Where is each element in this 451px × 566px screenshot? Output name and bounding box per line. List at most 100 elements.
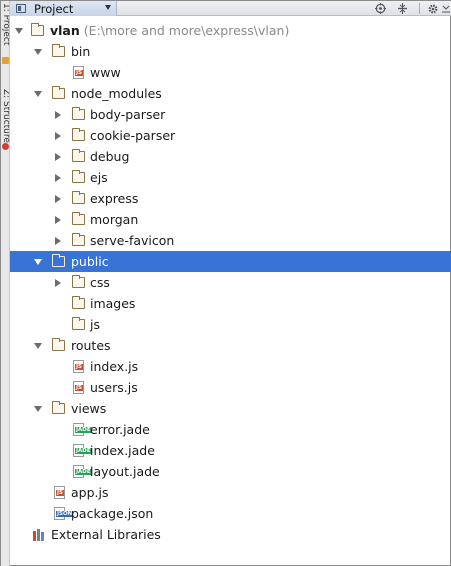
folder-icon [52, 401, 65, 414]
folder-label: routes [71, 338, 111, 353]
js-file-icon: JS [73, 381, 84, 394]
folder-label: public [71, 254, 109, 269]
project-tool-window: 1: Project Z: Structure Project vlan (E:… [0, 0, 451, 566]
tree-row-users-js[interactable]: JS users.js [10, 377, 451, 398]
hide-icon[interactable] [441, 1, 451, 16]
folder-icon [31, 23, 44, 36]
structure-icon[interactable] [2, 143, 9, 150]
external-libraries-label: External Libraries [51, 527, 161, 542]
collapse-all-icon[interactable] [394, 1, 410, 16]
tree-row-images[interactable]: images [10, 293, 451, 314]
folder-icon [52, 86, 65, 99]
file-label: package.json [71, 506, 154, 521]
collapse-arrow-icon[interactable] [55, 110, 61, 119]
tree-row-express[interactable]: express [10, 188, 451, 209]
tree-row-js[interactable]: js [10, 314, 451, 335]
jade-file-icon: JADE [73, 444, 92, 457]
folder-icon [72, 317, 85, 330]
folder-label: express [90, 191, 139, 206]
folder-icon [72, 149, 85, 162]
file-label: index.jade [90, 443, 155, 458]
folder-label: images [90, 296, 136, 311]
expand-arrow-icon[interactable] [15, 27, 23, 34]
folder-icon [72, 191, 85, 204]
tree-row-routes[interactable]: routes [10, 335, 451, 356]
tree-row-www[interactable]: JS www [10, 62, 451, 83]
gear-icon[interactable] [425, 1, 441, 16]
root-label: vlan (E:\more and more\express\vlan) [50, 23, 290, 38]
folder-label: cookie-parser [90, 128, 176, 143]
jade-file-icon: JADE [73, 465, 92, 478]
tree-row-morgan[interactable]: morgan [10, 209, 451, 230]
folder-icon [52, 254, 65, 267]
project-strip-label[interactable]: 1: Project [1, 3, 9, 45]
file-label: layout.jade [90, 464, 160, 479]
file-label: error.jade [90, 422, 150, 437]
file-label: users.js [90, 380, 138, 395]
folder-icon [72, 128, 85, 141]
expand-arrow-icon[interactable] [34, 405, 42, 412]
collapse-arrow-icon[interactable] [55, 152, 61, 161]
folder-label: node_modules [71, 86, 162, 101]
folder-label: css [90, 275, 110, 290]
tree-row-package-json[interactable]: JSON package.json [10, 503, 451, 524]
expand-arrow-icon[interactable] [34, 342, 42, 349]
project-icon [16, 4, 26, 13]
tree-row-css[interactable]: css [10, 272, 451, 293]
tree-row-debug[interactable]: debug [10, 146, 451, 167]
libraries-icon [33, 528, 47, 541]
tree-row-serve-favicon[interactable]: serve-favicon [10, 230, 451, 251]
collapse-arrow-icon[interactable] [55, 278, 61, 287]
folder-label: serve-favicon [90, 233, 175, 248]
tree-row-views[interactable]: views [10, 398, 451, 419]
collapse-arrow-icon[interactable] [55, 236, 61, 245]
tree-row-app-js[interactable]: JS app.js [10, 482, 451, 503]
header-separator [419, 3, 420, 14]
collapse-arrow-icon[interactable] [55, 215, 61, 224]
folder-label: bin [71, 44, 91, 59]
file-label: index.js [90, 359, 139, 374]
collapse-arrow-icon[interactable] [55, 194, 61, 203]
tree-row-index-js[interactable]: JS index.js [10, 356, 451, 377]
folder-icon [72, 233, 85, 246]
js-file-icon: JS [73, 66, 84, 79]
collapse-arrow-icon[interactable] [55, 173, 61, 182]
structure-strip-label[interactable]: Z: Structure [1, 89, 9, 143]
project-tab-label: Project [34, 1, 74, 16]
tree-row-body-parser[interactable]: body-parser [10, 104, 451, 125]
tree-row-bin[interactable]: bin [10, 41, 451, 62]
folder-icon [52, 44, 65, 57]
tree-row-public[interactable]: public [10, 251, 451, 272]
tree-row-index-jade[interactable]: JADE index.jade [10, 440, 451, 461]
expand-arrow-icon[interactable] [34, 258, 42, 265]
folder-label: morgan [90, 212, 139, 227]
tree-row-external-libraries[interactable]: External Libraries [10, 524, 451, 545]
jade-file-icon: JADE [73, 423, 92, 436]
project-tree: vlan (E:\more and more\express\vlan) bin… [10, 17, 451, 566]
folder-icon [52, 338, 65, 351]
target-icon[interactable] [372, 1, 388, 16]
tree-row-node-modules[interactable]: node_modules [10, 83, 451, 104]
tool-window-header: Project [10, 1, 451, 16]
folder-label: js [90, 317, 100, 332]
folder-label: ejs [90, 170, 108, 185]
tree-row-error-jade[interactable]: JADE error.jade [10, 419, 451, 440]
chevron-down-icon [105, 5, 111, 10]
js-file-icon: JS [54, 486, 65, 499]
tree-row-cookie-parser[interactable]: cookie-parser [10, 125, 451, 146]
folder-icon [72, 296, 85, 309]
tree-row-ejs[interactable]: ejs [10, 167, 451, 188]
folder-icon [72, 107, 85, 120]
folder-icon [72, 275, 85, 288]
tree-row-vlan[interactable]: vlan (E:\more and more\express\vlan) [10, 20, 451, 41]
project-view-selector[interactable]: Project [10, 1, 117, 16]
folder-icon [72, 212, 85, 225]
favorites-icon[interactable] [2, 57, 9, 64]
tree-row-layout-jade[interactable]: JADE layout.jade [10, 461, 451, 482]
file-label: app.js [71, 485, 109, 500]
folder-label: debug [90, 149, 130, 164]
collapse-arrow-icon[interactable] [55, 131, 61, 140]
expand-arrow-icon[interactable] [34, 90, 42, 97]
folder-label: views [71, 401, 107, 416]
expand-arrow-icon[interactable] [34, 48, 42, 55]
